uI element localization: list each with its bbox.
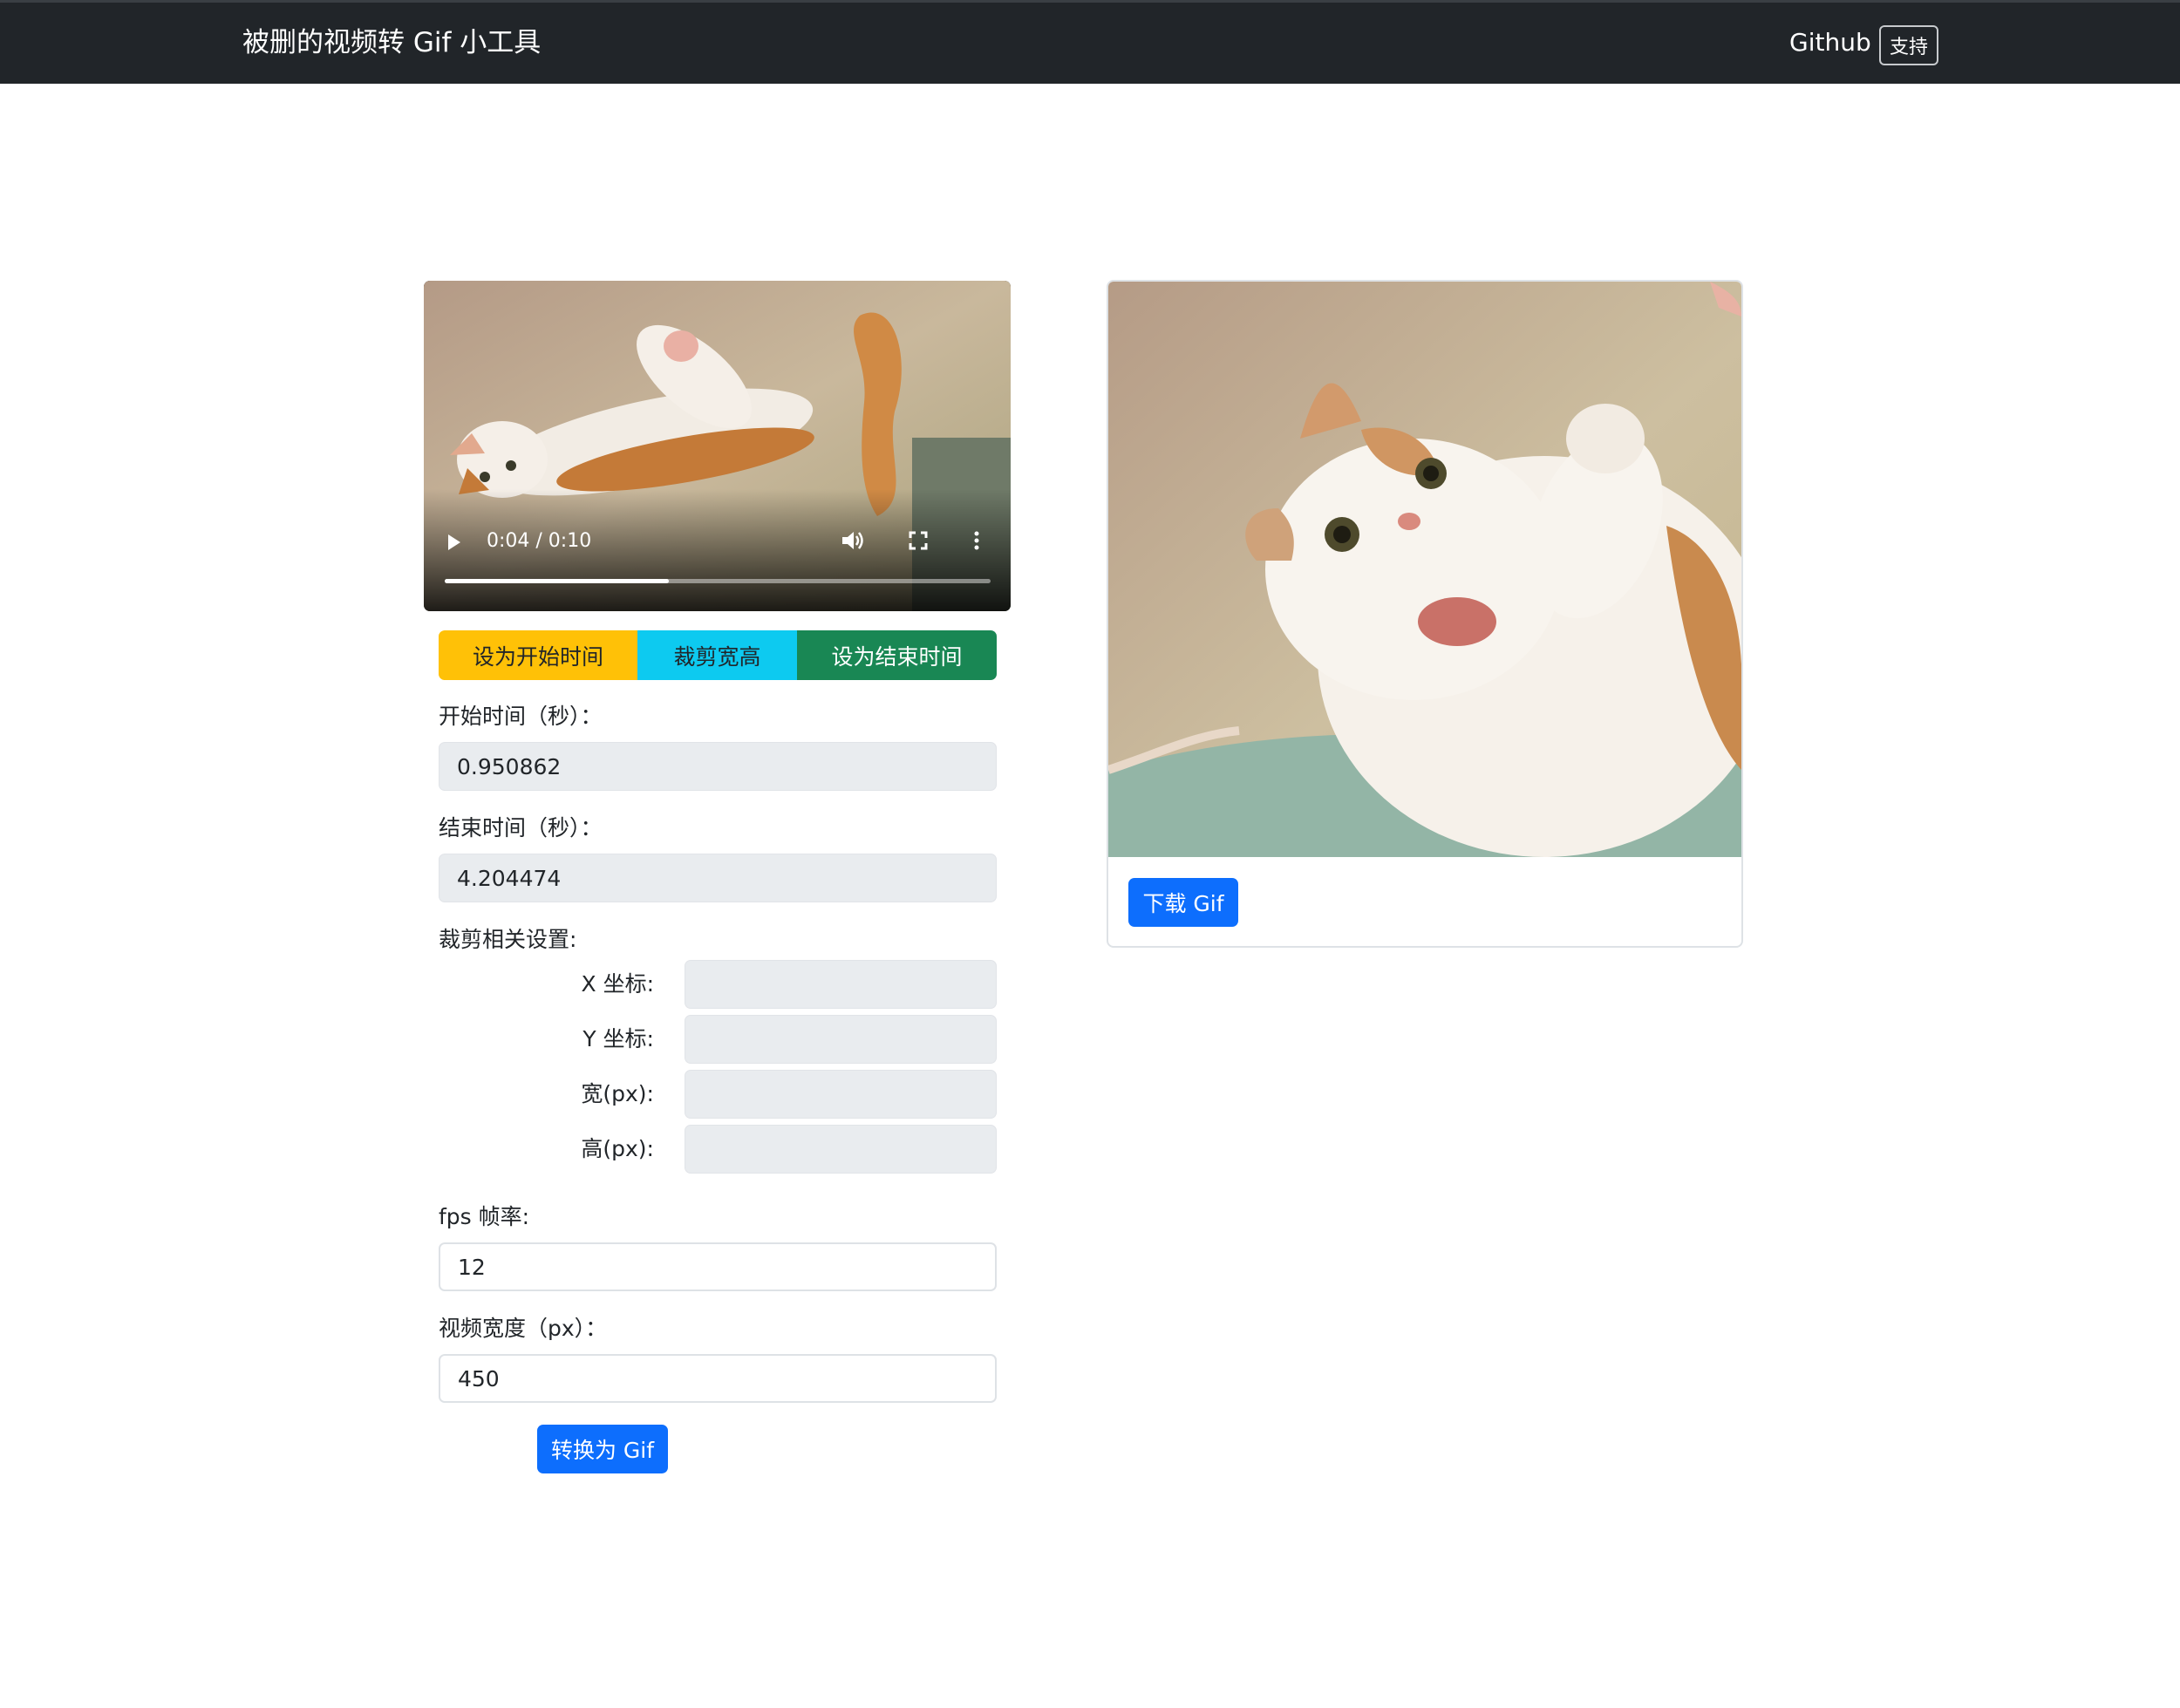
navbar: 被删的视频转 Gif 小工具 Github 支持 xyxy=(0,0,2180,84)
crop-x-label: X 坐标: xyxy=(581,971,655,997)
crop-height-input[interactable] xyxy=(685,1125,997,1174)
crop-y-input[interactable] xyxy=(685,1015,997,1064)
fps-input[interactable]: 12 xyxy=(439,1242,997,1291)
progress-fill xyxy=(445,579,669,583)
time-display: 0:04 / 0:10 xyxy=(487,530,592,552)
crop-height-label: 高(px): xyxy=(581,1136,654,1161)
fullscreen-icon[interactable] xyxy=(908,530,929,551)
set-start-time-button[interactable]: 设为开始时间 xyxy=(439,630,637,680)
brand-title[interactable]: 被删的视频转 Gif 小工具 xyxy=(242,25,541,60)
support-button[interactable]: 支持 xyxy=(1879,25,1938,65)
volume-icon[interactable] xyxy=(841,530,865,551)
crop-size-button[interactable]: 裁剪宽高 xyxy=(637,630,797,680)
end-time-label: 结束时间（秒）： xyxy=(439,815,603,840)
download-gif-button[interactable]: 下载 Gif xyxy=(1128,878,1238,927)
convert-to-gif-button[interactable]: 转换为 Gif xyxy=(537,1425,668,1473)
gif-preview-image xyxy=(1108,282,1741,857)
start-time-label: 开始时间（秒）： xyxy=(439,704,603,729)
progress-bar[interactable] xyxy=(445,579,991,583)
crop-settings-label: 裁剪相关设置: xyxy=(439,927,577,952)
github-link[interactable]: Github xyxy=(1789,27,1871,58)
start-time-input[interactable]: 0.950862 xyxy=(439,742,997,791)
crop-y-label: Y 坐标: xyxy=(582,1026,654,1051)
video-player[interactable]: 0:04 / 0:10 xyxy=(424,281,1011,611)
video-width-label: 视频宽度（px）： xyxy=(439,1316,608,1341)
fps-label: fps 帧率: xyxy=(439,1204,530,1229)
set-end-time-button[interactable]: 设为结束时间 xyxy=(797,630,997,680)
video-width-input[interactable]: 450 xyxy=(439,1354,997,1403)
time-button-group: 设为开始时间 裁剪宽高 设为结束时间 xyxy=(439,630,997,680)
crop-width-input[interactable] xyxy=(685,1070,997,1119)
gif-preview-card: 下载 Gif xyxy=(1107,280,1743,948)
end-time-input[interactable]: 4.204474 xyxy=(439,854,997,902)
crop-width-label: 宽(px): xyxy=(581,1081,654,1106)
more-options-icon[interactable] xyxy=(972,530,981,551)
crop-x-input[interactable] xyxy=(685,960,997,1009)
play-icon[interactable] xyxy=(448,534,460,550)
